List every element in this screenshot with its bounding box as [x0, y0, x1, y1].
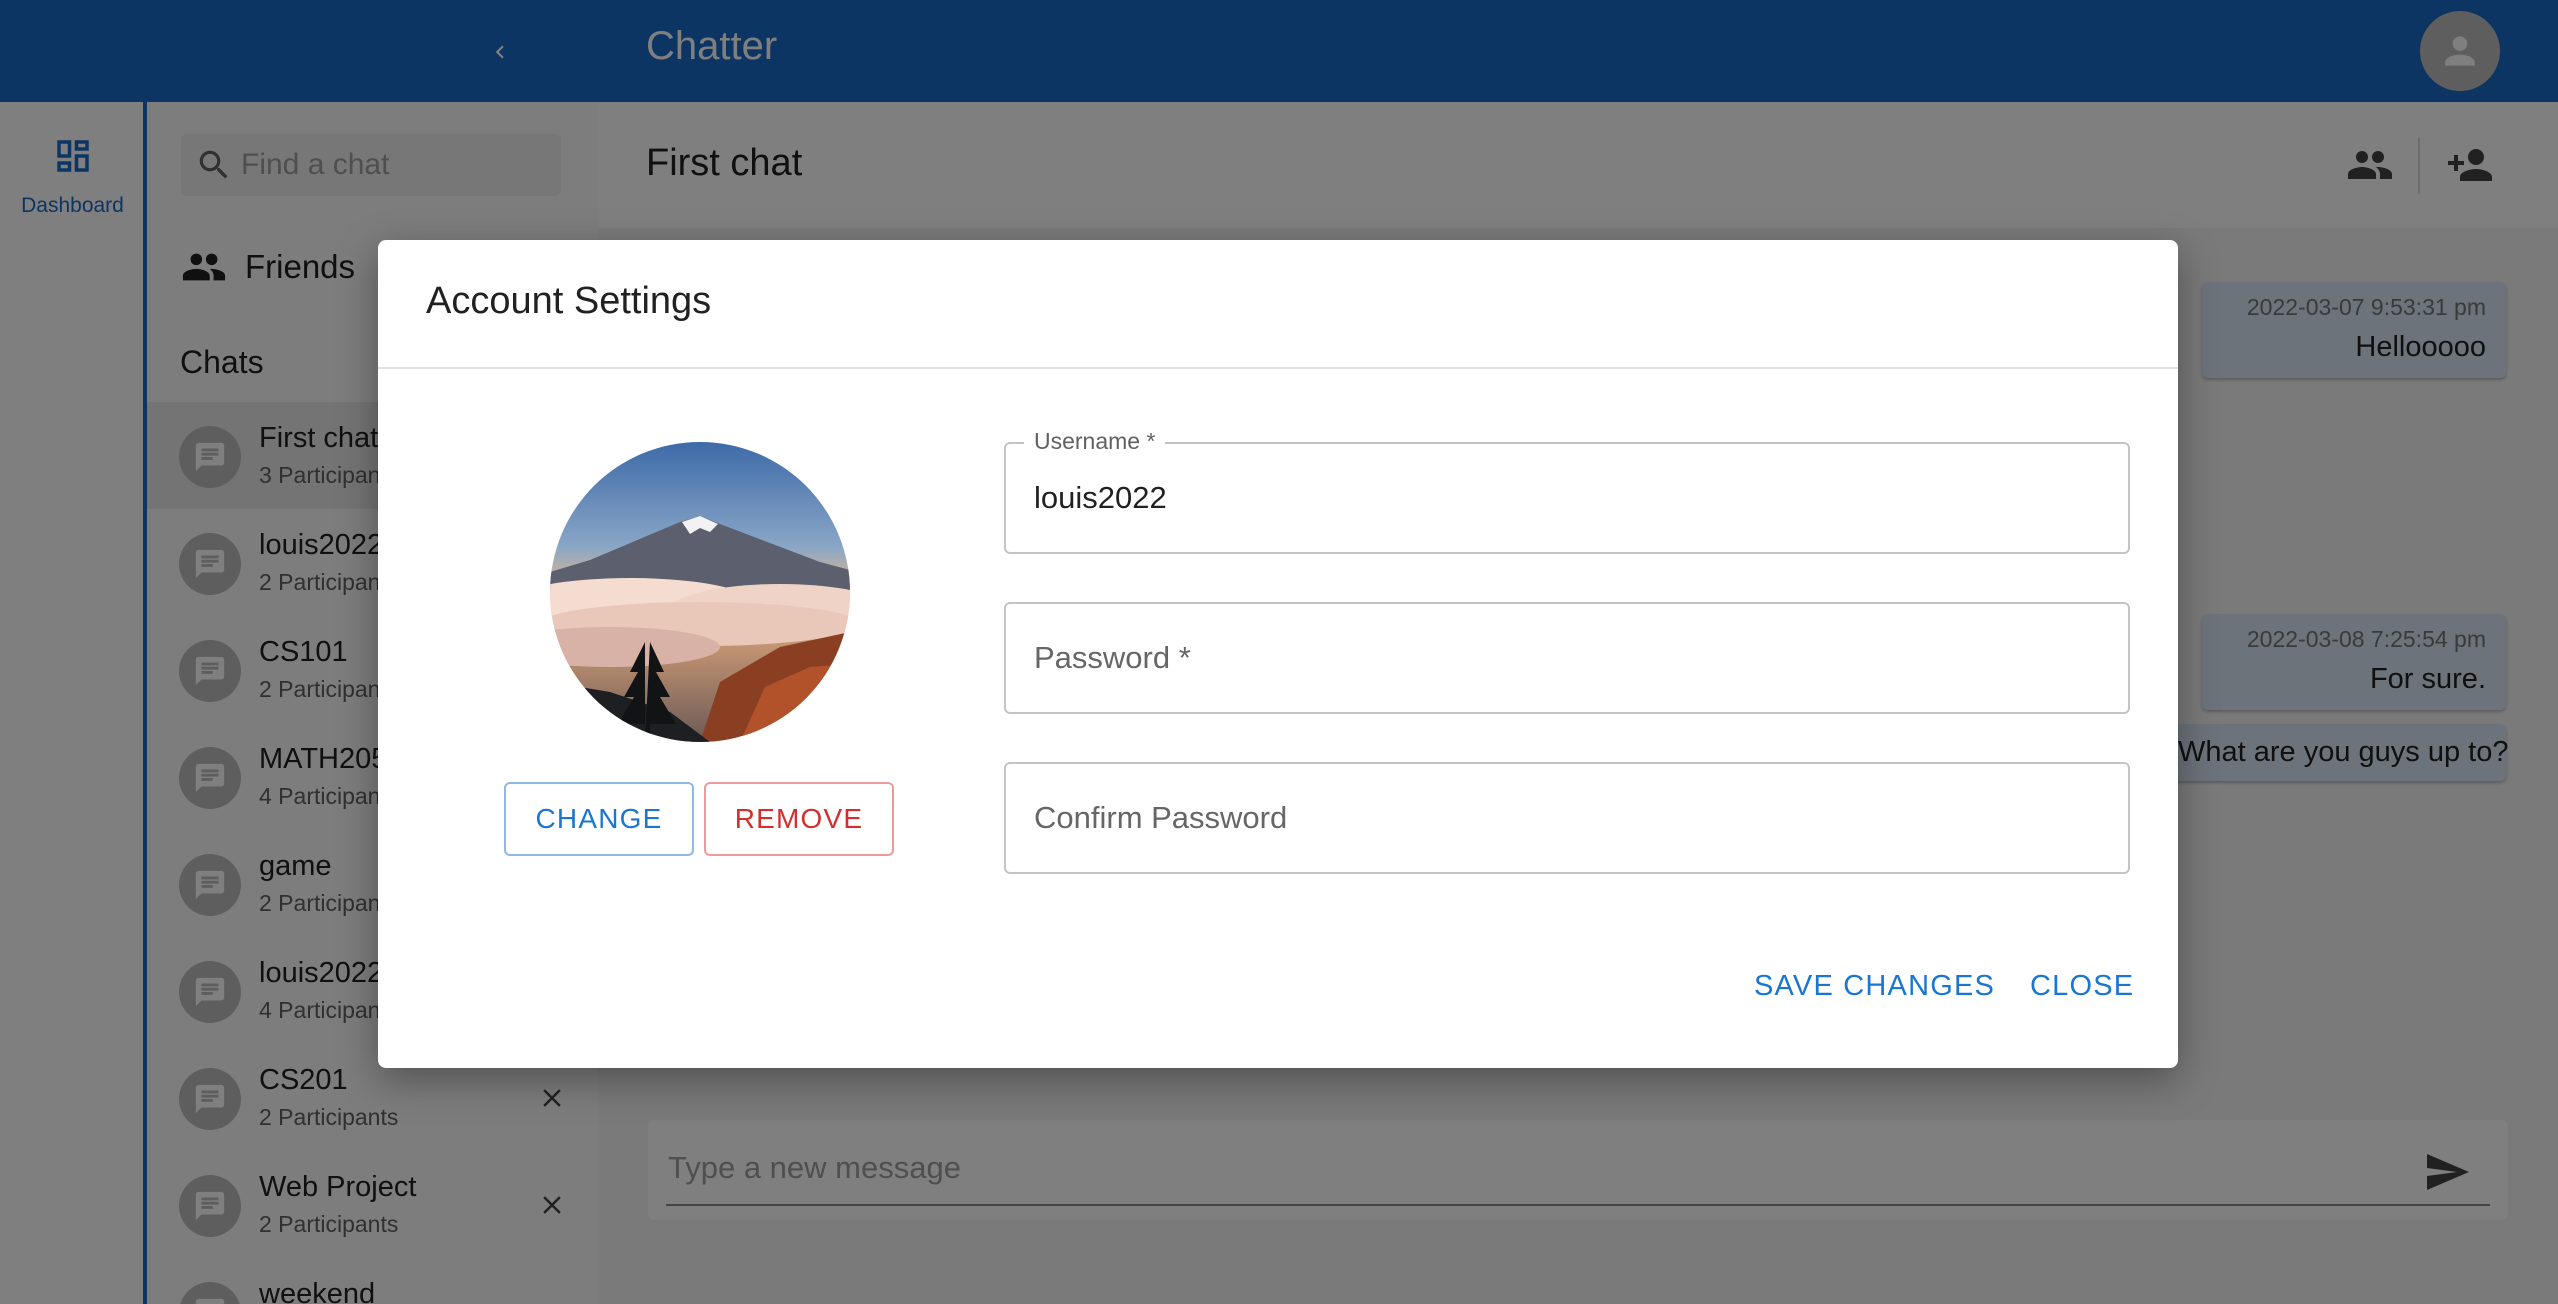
confirm-password-placeholder: Confirm Password: [1034, 800, 1288, 835]
username-label: Username *: [1024, 428, 1166, 455]
save-changes-button[interactable]: SAVE CHANGES: [1754, 970, 1995, 1003]
confirm-password-field[interactable]: Confirm Password: [1004, 762, 2130, 874]
password-field[interactable]: Password *: [1004, 602, 2130, 714]
change-photo-button[interactable]: CHANGE: [504, 782, 694, 856]
password-placeholder: Password *: [1034, 640, 1191, 675]
dialog-title: Account Settings: [426, 280, 712, 322]
profile-picture: [550, 442, 850, 742]
remove-photo-button[interactable]: REMOVE: [704, 782, 894, 856]
username-field[interactable]: Username * louis2022: [1004, 428, 2130, 554]
account-settings-dialog: Account Settings CHANGE REMOVE Username …: [378, 240, 2178, 1068]
username-value[interactable]: louis2022: [1034, 480, 1167, 516]
close-button[interactable]: CLOSE: [2030, 970, 2134, 1003]
dialog-divider: [378, 367, 2178, 369]
